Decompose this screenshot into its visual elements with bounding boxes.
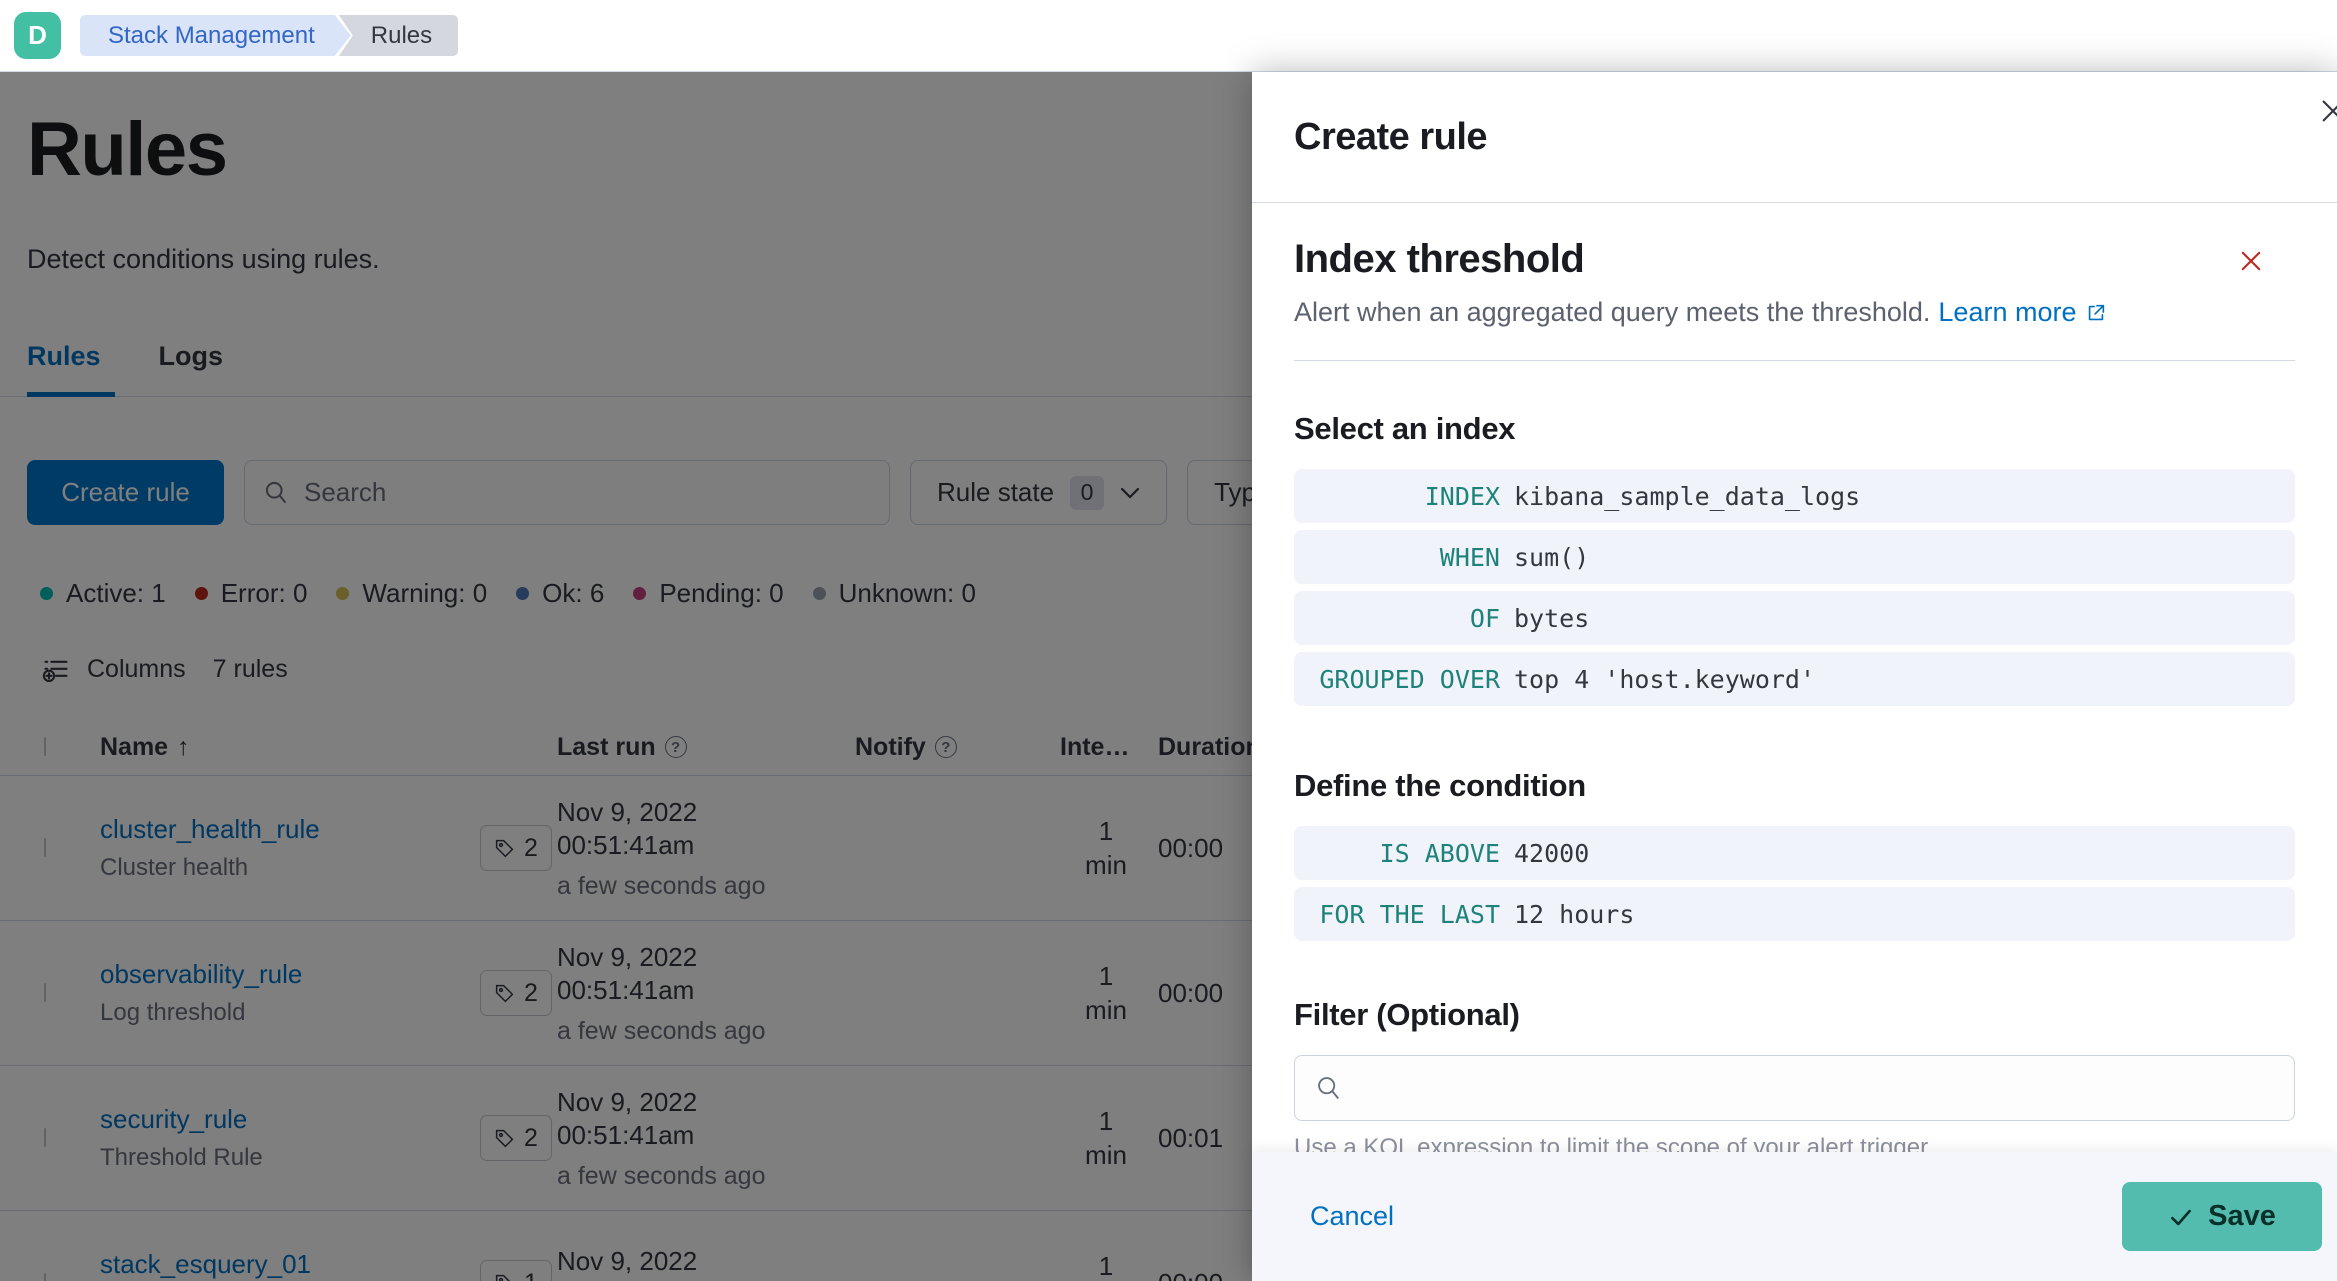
expression-threshold[interactable]: IS ABOVE 42000 (1294, 826, 2295, 880)
avatar[interactable]: D (14, 12, 61, 59)
check-icon (2171, 1209, 2192, 1225)
expression-keyword: WHEN (1439, 542, 1500, 572)
kql-filter-input[interactable] (1358, 1072, 2274, 1104)
expression-keyword: GROUPED OVER (1319, 664, 1500, 694)
flyout-close-icon[interactable] (2317, 95, 2337, 127)
flyout-header: Create rule (1252, 72, 2337, 203)
external-link-icon (2089, 304, 2105, 320)
expression-value: sum() (1514, 542, 1590, 572)
learn-more-label: Learn more (1938, 297, 2077, 327)
breadcrumb-stack-management[interactable]: Stack Management (80, 15, 351, 56)
rule-type-remove-icon[interactable] (2237, 247, 2265, 275)
expression-value: 12 hours (1514, 899, 1635, 929)
divider (1294, 360, 2295, 361)
expression-of[interactable]: OF bytes (1294, 591, 2295, 645)
learn-more-link[interactable]: Learn more (1938, 297, 2107, 328)
rule-type-description-text: Alert when an aggregated query meets the… (1294, 297, 1931, 327)
expression-value: bytes (1514, 603, 1590, 633)
breadcrumb: Stack Management Rules (80, 15, 459, 56)
rule-type-title: Index threshold (1294, 237, 1585, 281)
top-navigation-bar: D Stack Management Rules (0, 0, 2337, 72)
filter-heading: Filter (Optional) (1294, 997, 1520, 1032)
expression-index[interactable]: INDEX kibana_sample_data_logs (1294, 469, 2295, 523)
search-icon (1315, 1074, 1343, 1102)
expression-keyword: OF (1469, 603, 1500, 633)
expression-value: top 4 'host.keyword' (1514, 664, 1816, 694)
flyout-title: Create rule (1294, 115, 1488, 158)
expression-value: kibana_sample_data_logs (1514, 481, 1861, 511)
save-button[interactable]: Save (2122, 1182, 2322, 1251)
define-condition-heading: Define the condition (1294, 768, 1586, 803)
rule-type-description: Alert when an aggregated query meets the… (1294, 297, 2295, 328)
kql-filter-field[interactable] (1294, 1055, 2295, 1121)
create-rule-flyout: Create rule Index threshold Alert when a… (1252, 72, 2337, 1281)
flyout-footer: Cancel Save (1252, 1152, 2337, 1281)
select-index-heading: Select an index (1294, 411, 1516, 446)
cancel-button[interactable]: Cancel (1310, 1201, 1394, 1232)
breadcrumb-rules: Rules (338, 15, 459, 56)
expression-grouped-over[interactable]: GROUPED OVER top 4 'host.keyword' (1294, 652, 2295, 706)
expression-value: 42000 (1514, 838, 1590, 868)
expression-keyword: INDEX (1424, 481, 1500, 511)
expression-keyword: IS ABOVE (1379, 838, 1500, 868)
flyout-overlay-mask[interactable] (0, 72, 1252, 1281)
flyout-body: Index threshold Alert when an aggregated… (1252, 203, 2337, 1162)
expression-when[interactable]: WHEN sum() (1294, 530, 2295, 584)
expression-keyword: FOR THE LAST (1319, 899, 1500, 929)
save-button-label: Save (2208, 1200, 2276, 1232)
expression-time-window[interactable]: FOR THE LAST 12 hours (1294, 887, 2295, 941)
